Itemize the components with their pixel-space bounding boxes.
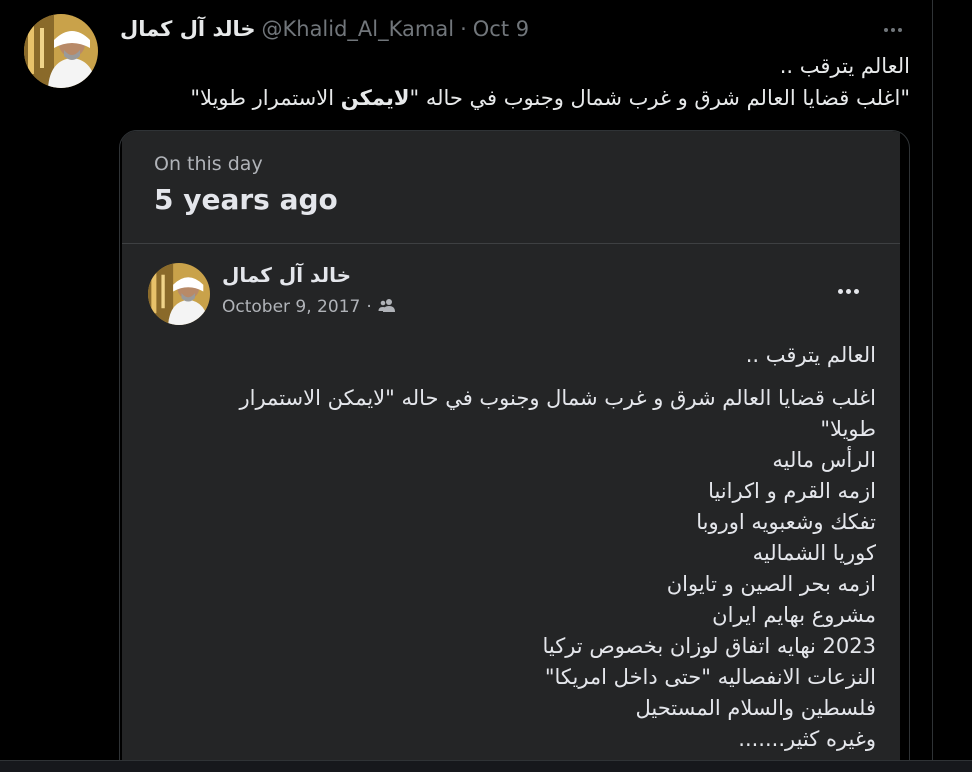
post-line: الرأس ماليه — [772, 448, 876, 472]
on-this-day-label: On this day — [154, 153, 263, 175]
tweet-text-line-2: "اغلب قضايا العالم شرق و غرب شمال وجنوب … — [120, 82, 910, 114]
tweet-text-part-2: الاستمرار طويلا" — [190, 86, 341, 110]
tweet-header: خالد آل كمال @Khalid_Al_Kamal · Oct 9 — [120, 14, 529, 44]
post-line: وغيره كثير....... — [738, 727, 876, 751]
post-author-avatar — [148, 263, 210, 325]
post-line: 2023 نهايه اتفاق لوزان بخصوص تركيا — [542, 634, 876, 658]
card-divider — [122, 243, 900, 244]
post-meta: October 9, 2017 · — [222, 297, 396, 317]
tweet-text-part-1: "اغلب قضايا العالم شرق و غرب شمال وجنوب … — [409, 86, 911, 110]
post-line: العالم يترقب .. — [745, 343, 876, 367]
bottom-bar — [0, 760, 972, 772]
timeline-divider — [932, 0, 933, 772]
post-line: فلسطين والسلام المستحيل — [635, 696, 876, 720]
years-ago-title: 5 years ago — [154, 183, 338, 216]
post-date: October 9, 2017 — [222, 297, 361, 317]
more-options-icon[interactable] — [878, 18, 908, 42]
post-line: كوريا الشماليه — [752, 541, 876, 565]
tweet-text-line-1: العالم يترقب .. — [779, 54, 910, 78]
embedded-image-card[interactable]: On this day 5 years ago خالد آل كمال Oct… — [119, 130, 910, 772]
post-line: اغلب قضايا العالم شرق و غرب شمال وجنوب ف… — [239, 386, 876, 441]
facebook-memory-screenshot: On this day 5 years ago خالد آل كمال Oct… — [122, 131, 900, 772]
post-author-name: خالد آل كمال — [222, 263, 352, 287]
friends-icon — [378, 297, 396, 317]
header-separator: · — [460, 17, 467, 41]
tweet-text-bold: لايمكن — [340, 86, 410, 110]
author-name[interactable]: خالد آل كمال — [120, 17, 255, 41]
tweet-date[interactable]: Oct 9 — [473, 17, 529, 41]
post-more-options-icon — [832, 283, 864, 299]
post-line: النزعات الانفصاليه "حتى داخل امريكا" — [544, 665, 876, 689]
author-avatar[interactable] — [24, 14, 98, 88]
post-text: العالم يترقب .. اغلب قضايا العالم شرق و … — [192, 340, 876, 755]
post-line: مشروع بهايم ايران — [712, 603, 876, 627]
post-line: تفكك وشعبويه اوروبا — [696, 510, 876, 534]
tweet-text: العالم يترقب .. "اغلب قضايا العالم شرق و… — [120, 50, 910, 114]
post-line: ازمه بحر الصين و تايوان — [666, 572, 876, 596]
post-meta-separator: · — [366, 297, 372, 317]
post-line: ازمه القرم و اكرانيا — [708, 479, 876, 503]
author-handle[interactable]: @Khalid_Al_Kamal — [261, 17, 454, 41]
